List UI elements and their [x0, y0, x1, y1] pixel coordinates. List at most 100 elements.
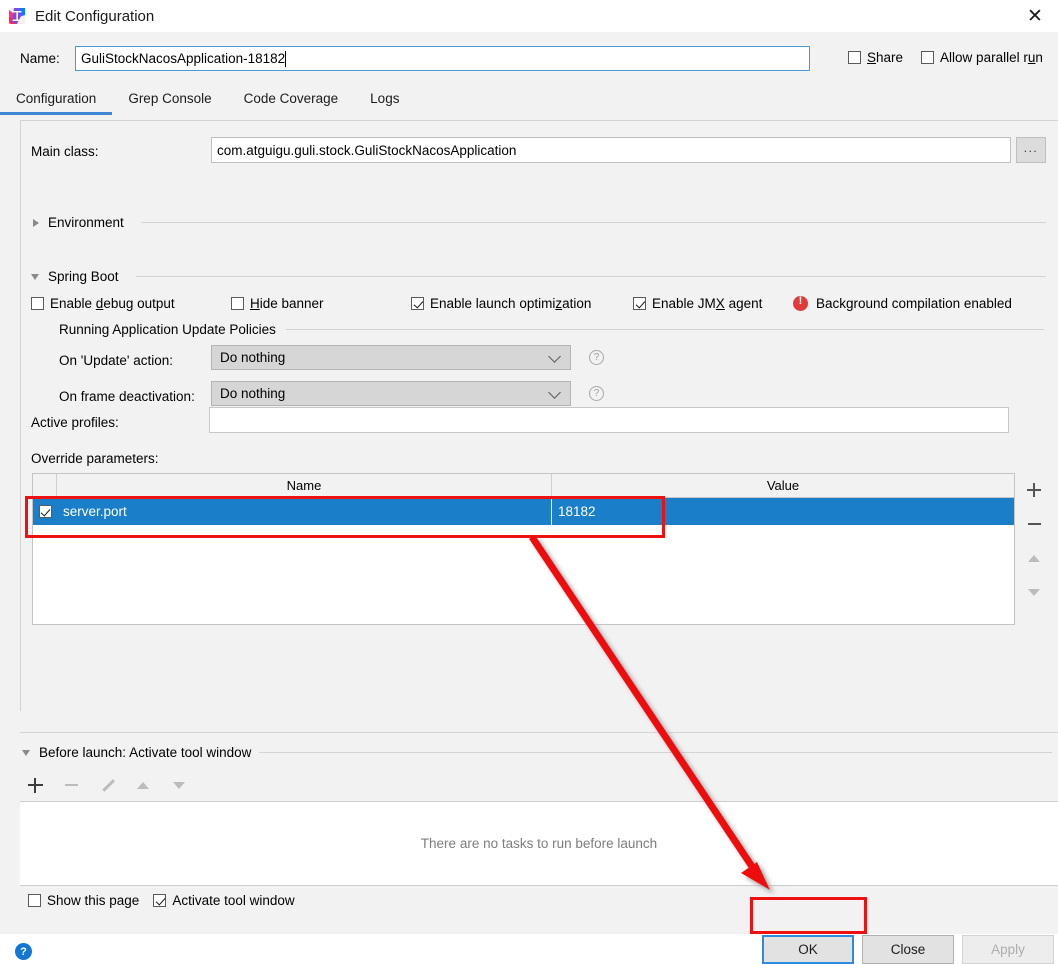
remove-task-button[interactable]	[60, 774, 82, 796]
section-update-policies: Running Application Update Policies	[59, 322, 1044, 337]
add-parameter-button[interactable]	[1021, 473, 1047, 507]
enable-debug-output-label: Enable debug output	[50, 296, 175, 311]
move-task-up-button[interactable]	[132, 774, 154, 796]
section-environment[interactable]: Environment	[31, 215, 1046, 230]
on-frame-deactivation-help-icon[interactable]: ?	[589, 386, 604, 401]
section-before-launch[interactable]: Before launch: Activate tool window	[22, 745, 1052, 760]
ok-button[interactable]: OK	[762, 935, 854, 964]
configuration-panel: Main class: com.atguigu.guli.stock.GuliS…	[20, 120, 1058, 711]
share-label: Share	[867, 50, 904, 65]
tab-code-coverage[interactable]: Code Coverage	[228, 87, 355, 115]
enable-debug-output-checkbox[interactable]: Enable debug output	[31, 296, 231, 311]
add-task-button[interactable]	[24, 774, 46, 796]
override-parameters-toolbar	[1021, 473, 1047, 625]
section-divider	[285, 329, 1044, 330]
arrow-down-icon	[1028, 588, 1040, 596]
name-row: Name: GuliStockNacosApplication-18182 Sh…	[0, 46, 1058, 74]
move-parameter-up-button[interactable]	[1021, 541, 1047, 575]
arrow-down-icon	[173, 781, 185, 789]
enable-jmx-agent-box	[633, 297, 646, 310]
on-frame-deactivation-label: On frame deactivation:	[59, 389, 195, 404]
chevron-down-icon	[31, 273, 39, 280]
move-task-down-button[interactable]	[168, 774, 190, 796]
table-header-checkbox	[33, 474, 57, 497]
title-bar: Edit Configuration ✕	[0, 0, 1058, 32]
activate-tool-window-label: Activate tool window	[172, 893, 295, 908]
override-parameters-label: Override parameters:	[31, 451, 159, 466]
window-title: Edit Configuration	[35, 7, 155, 25]
enable-jmx-agent-checkbox[interactable]: Enable JMX agent	[633, 296, 793, 311]
table-row[interactable]: server.port 18182	[33, 498, 1014, 525]
activate-tool-window-checkbox[interactable]: Activate tool window	[153, 893, 295, 908]
main-class-browse-button[interactable]: ...	[1016, 137, 1046, 163]
close-icon[interactable]: ✕	[1012, 0, 1058, 32]
section-divider	[135, 276, 1046, 277]
before-launch-toolbar	[24, 774, 190, 796]
show-this-page-label: Show this page	[47, 893, 140, 908]
show-this-page-checkbox[interactable]: Show this page	[28, 893, 139, 908]
text-caret	[285, 50, 287, 67]
tab-logs[interactable]: Logs	[354, 87, 415, 115]
remove-parameter-button[interactable]	[1021, 507, 1047, 541]
tab-grep-console[interactable]: Grep Console	[112, 87, 227, 115]
name-input-value: GuliStockNacosApplication-18182	[81, 51, 286, 66]
section-divider	[140, 222, 1046, 223]
arrow-up-icon	[1028, 554, 1040, 562]
share-checkbox[interactable]: Share	[848, 50, 903, 65]
table-header-value[interactable]: Value	[552, 474, 1014, 497]
arrow-up-icon	[137, 781, 149, 789]
update-policies-title: Running Application Update Policies	[59, 322, 276, 337]
name-input[interactable]: GuliStockNacosApplication-18182	[75, 46, 810, 71]
main-class-input[interactable]: com.atguigu.guli.stock.GuliStockNacosApp…	[211, 137, 1011, 163]
enable-launch-optimization-checkbox[interactable]: Enable launch optimization	[411, 296, 633, 311]
section-spring-boot-label: Spring Boot	[48, 269, 119, 284]
edit-task-button[interactable]	[96, 774, 118, 796]
spring-boot-options: Enable debug output Hide banner Enable l…	[31, 295, 1051, 311]
enable-launch-optimization-label: Enable launch optimization	[430, 296, 592, 311]
intellij-idea-icon	[8, 7, 26, 25]
hide-banner-checkbox[interactable]: Hide banner	[231, 296, 411, 311]
chevron-down-icon	[22, 749, 30, 756]
help-icon[interactable]: ?	[15, 943, 32, 960]
section-spring-boot[interactable]: Spring Boot	[31, 269, 1046, 284]
hide-banner-label: Hide banner	[250, 296, 324, 311]
show-this-page-box	[28, 894, 41, 907]
tab-configuration[interactable]: Configuration	[0, 87, 113, 115]
chevron-right-icon	[33, 218, 39, 227]
enable-launch-optimization-box	[411, 297, 424, 310]
before-launch-divider	[20, 732, 1058, 733]
section-environment-label: Environment	[48, 215, 124, 230]
row-enabled-checkbox[interactable]	[33, 505, 57, 518]
name-label: Name:	[20, 51, 60, 66]
enable-debug-output-box	[31, 297, 44, 310]
active-profiles-input[interactable]	[209, 407, 1009, 433]
override-parameters-table: Name Value server.port 18182	[32, 473, 1015, 625]
main-class-label: Main class:	[31, 144, 99, 159]
before-launch-empty-text: There are no tasks to run before launch	[420, 836, 658, 851]
enable-jmx-agent-label: Enable JMX agent	[652, 296, 763, 311]
pencil-icon	[100, 778, 115, 793]
before-launch-title: Before launch: Activate tool window	[39, 745, 252, 760]
close-button[interactable]: Close	[862, 935, 954, 964]
apply-button[interactable]: Apply	[962, 935, 1054, 964]
row-value-cell[interactable]: 18182	[552, 498, 1014, 525]
on-frame-deactivation-select[interactable]: Do nothing	[211, 381, 571, 406]
activate-tool-window-box	[153, 894, 167, 907]
chevron-down-icon	[548, 386, 561, 399]
error-icon	[793, 295, 808, 311]
before-launch-options: Show this page Activate tool window	[28, 893, 295, 908]
section-divider	[259, 752, 1052, 753]
move-parameter-down-button[interactable]	[1021, 575, 1047, 609]
on-update-action-select[interactable]: Do nothing	[211, 345, 571, 370]
table-header-name[interactable]: Name	[57, 474, 552, 497]
before-launch-task-list[interactable]: There are no tasks to run before launch	[20, 801, 1058, 886]
on-update-action-help-icon[interactable]: ?	[589, 350, 604, 365]
edit-configuration-dialog: Name: GuliStockNacosApplication-18182 Sh…	[0, 32, 1058, 964]
plus-icon	[1027, 483, 1041, 497]
minus-icon	[64, 783, 78, 787]
minus-icon	[1027, 522, 1041, 526]
chevron-down-icon	[548, 350, 561, 363]
row-name-cell[interactable]: server.port	[57, 498, 552, 525]
name-row-options: Share Allow parallel run	[848, 50, 1043, 65]
allow-parallel-run-checkbox[interactable]: Allow parallel run	[921, 50, 1043, 65]
